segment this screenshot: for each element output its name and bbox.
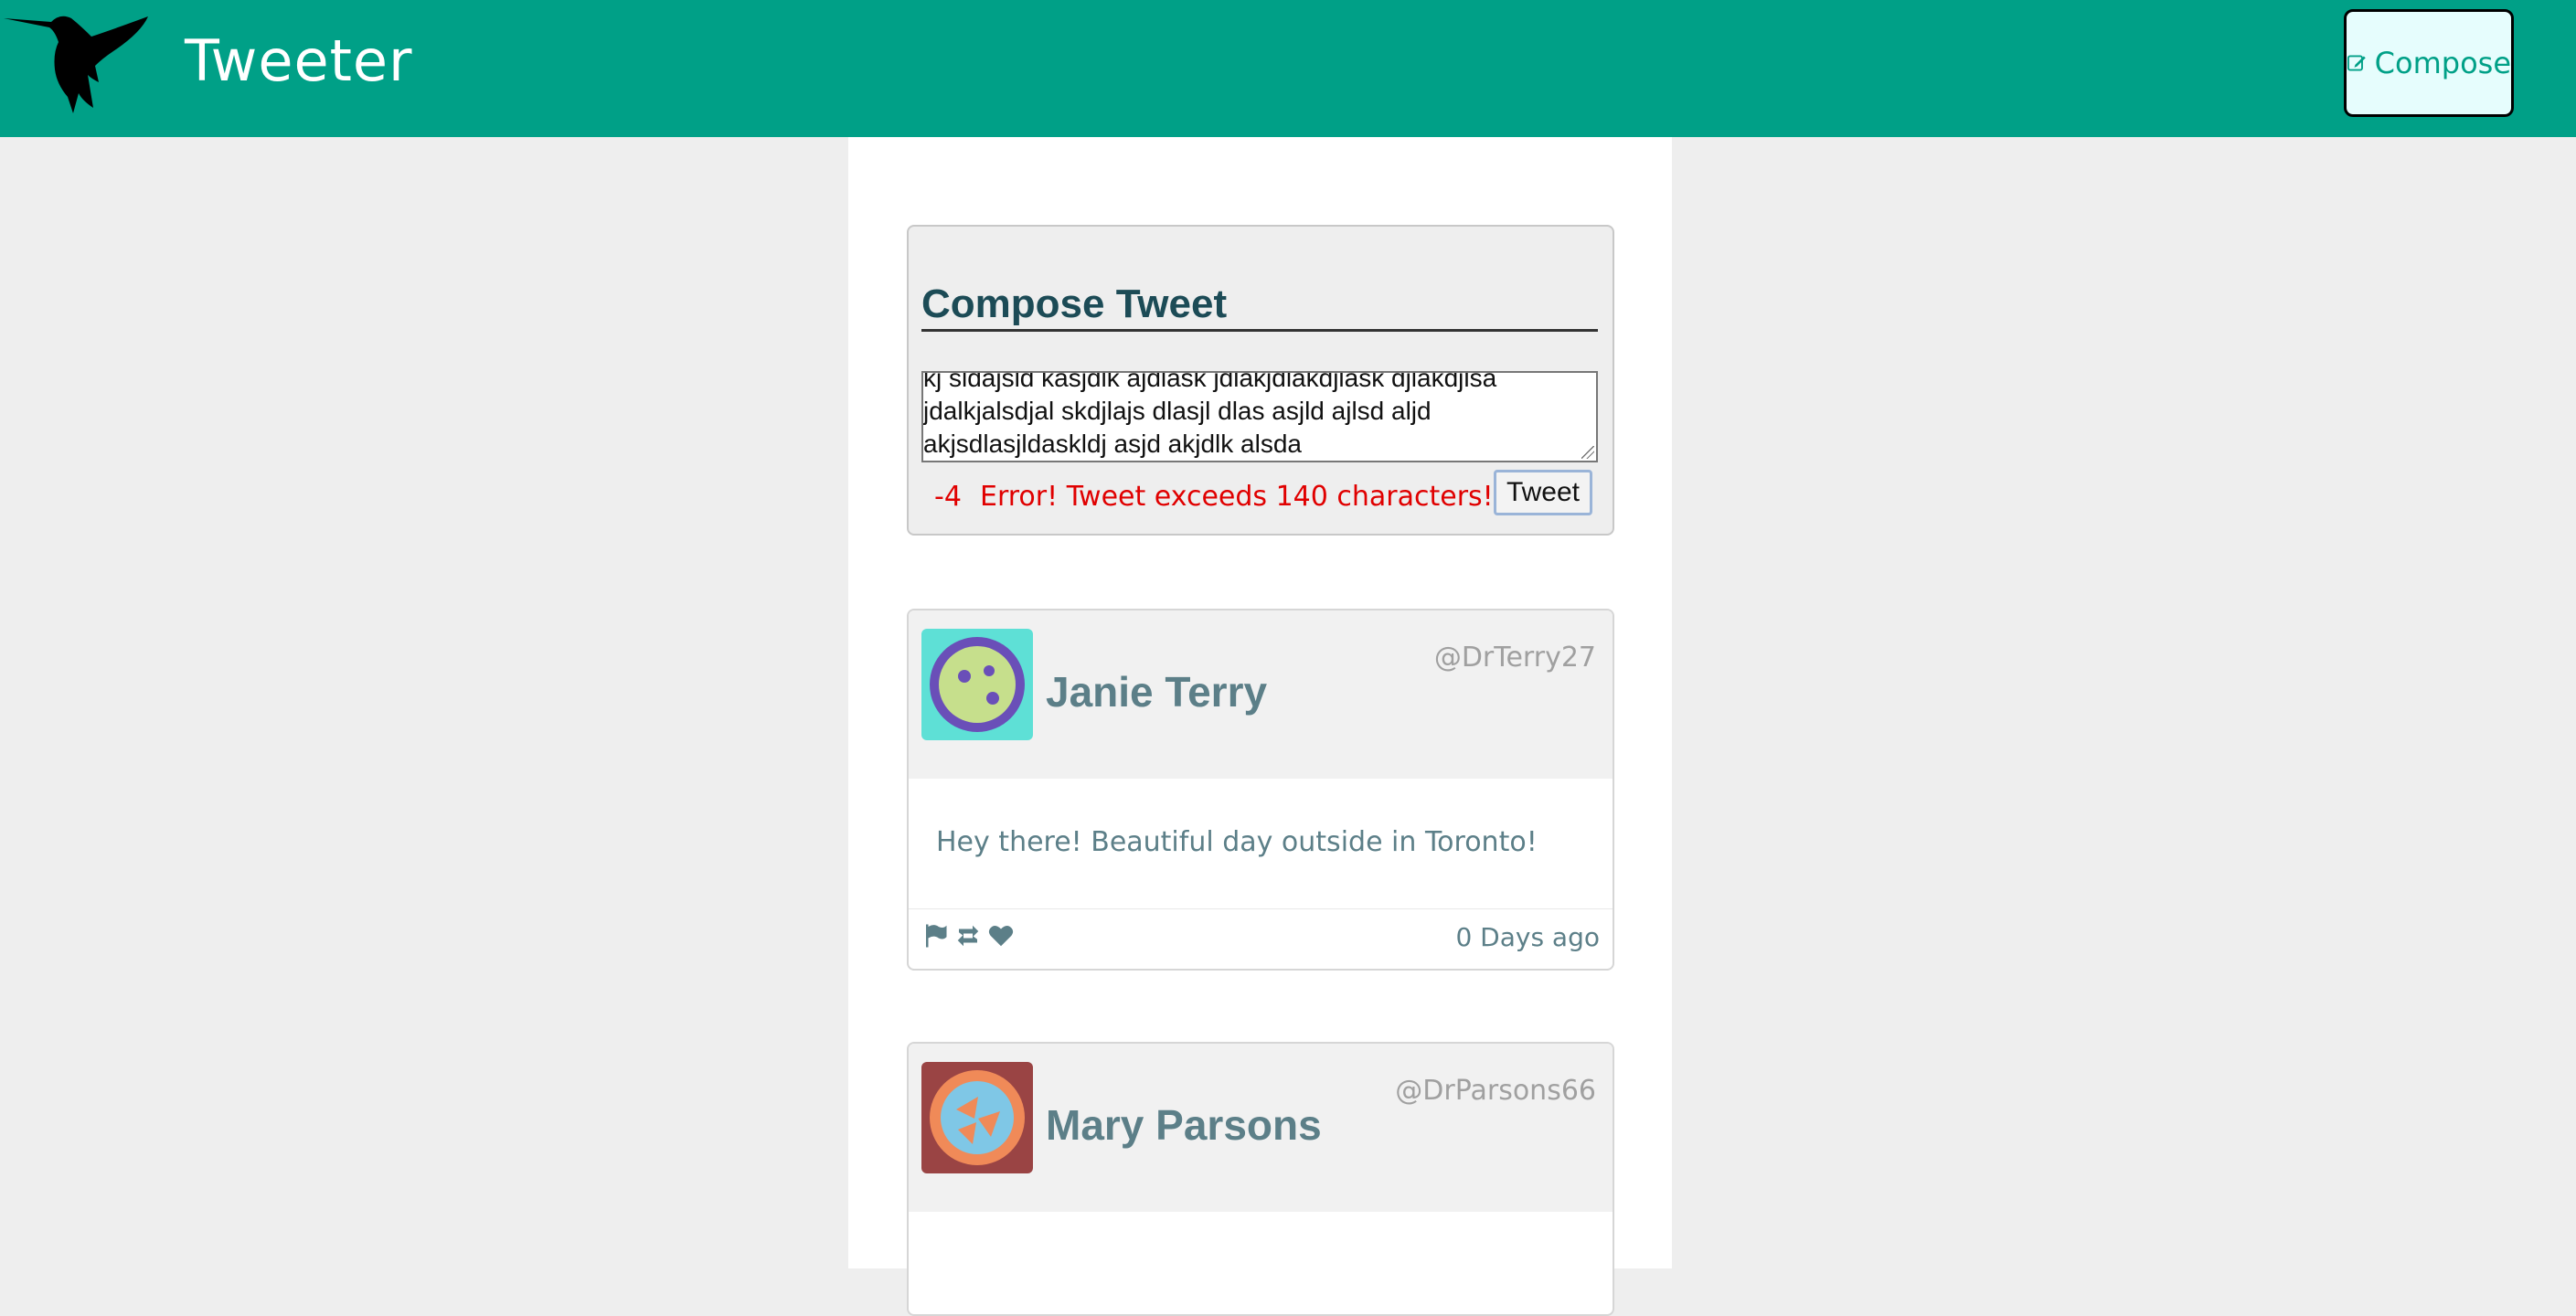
flag-icon[interactable] [921,922,949,950]
tweet-textarea[interactable]: kj sldajsld kasjdlk ajdlask jdlakjdlakdj… [921,371,1598,462]
compose-button[interactable]: Compose [2344,9,2514,117]
user-name: Janie Terry [1046,668,1268,716]
tweet-body [909,1212,1613,1314]
user-handle: @DrTerry27 [1433,642,1596,674]
textarea-line: jdalkjalsdjal skdjlajs dlasjl dlas asjld… [923,397,1432,425]
edit-icon [2347,55,2366,71]
textarea-line: kj sldajsld kasjdlk ajdlask jdlakjdlakdj… [923,371,1497,392]
hummingbird-logo-icon [4,16,148,113]
brand-title: Tweeter [185,27,413,94]
compose-tweet-panel: Compose Tweet kj sldajsld kasjdlk ajdlas… [907,225,1614,536]
tweet-actions [921,922,1015,950]
user-handle: @DrParsons66 [1395,1075,1596,1107]
compose-button-label: Compose [2374,46,2511,80]
tweet-text: Hey there! Beautiful day outside in Toro… [936,826,1538,858]
retweet-icon[interactable] [954,922,982,950]
top-navbar: Tweeter Compose [0,0,2576,137]
tweet-footer: 0 Days ago [909,909,1613,964]
textarea-line: akjsdlasjldaskldj asjd akjdlk alsda [923,430,1302,458]
tweet-body: Hey there! Beautiful day outside in Toro… [909,779,1613,909]
user-name: Mary Parsons [1046,1101,1322,1149]
tweet-timestamp: 0 Days ago [1455,922,1600,952]
compose-title: Compose Tweet [921,281,1598,332]
avatar [921,629,1033,740]
tweet-card: Mary Parsons @DrParsons66 [907,1042,1614,1316]
heart-icon[interactable] [987,922,1015,950]
smiley-avatar-icon [921,629,1033,740]
avatar [921,1062,1033,1173]
shapes-avatar-icon [921,1062,1033,1173]
tweet-submit-button[interactable]: Tweet [1494,470,1592,515]
main-container: Compose Tweet kj sldajsld kasjdlk ajdlas… [848,137,1672,1316]
resize-handle[interactable] [1581,446,1594,459]
error-message: Error! Tweet exceeds 140 characters! [980,481,1494,513]
character-counter: -4 [934,481,962,513]
tweet-header: Mary Parsons @DrParsons66 [909,1044,1613,1212]
tweet-card: Janie Terry @DrTerry27 Hey there! Beauti… [907,609,1614,971]
tweet-header: Janie Terry @DrTerry27 [909,610,1613,779]
